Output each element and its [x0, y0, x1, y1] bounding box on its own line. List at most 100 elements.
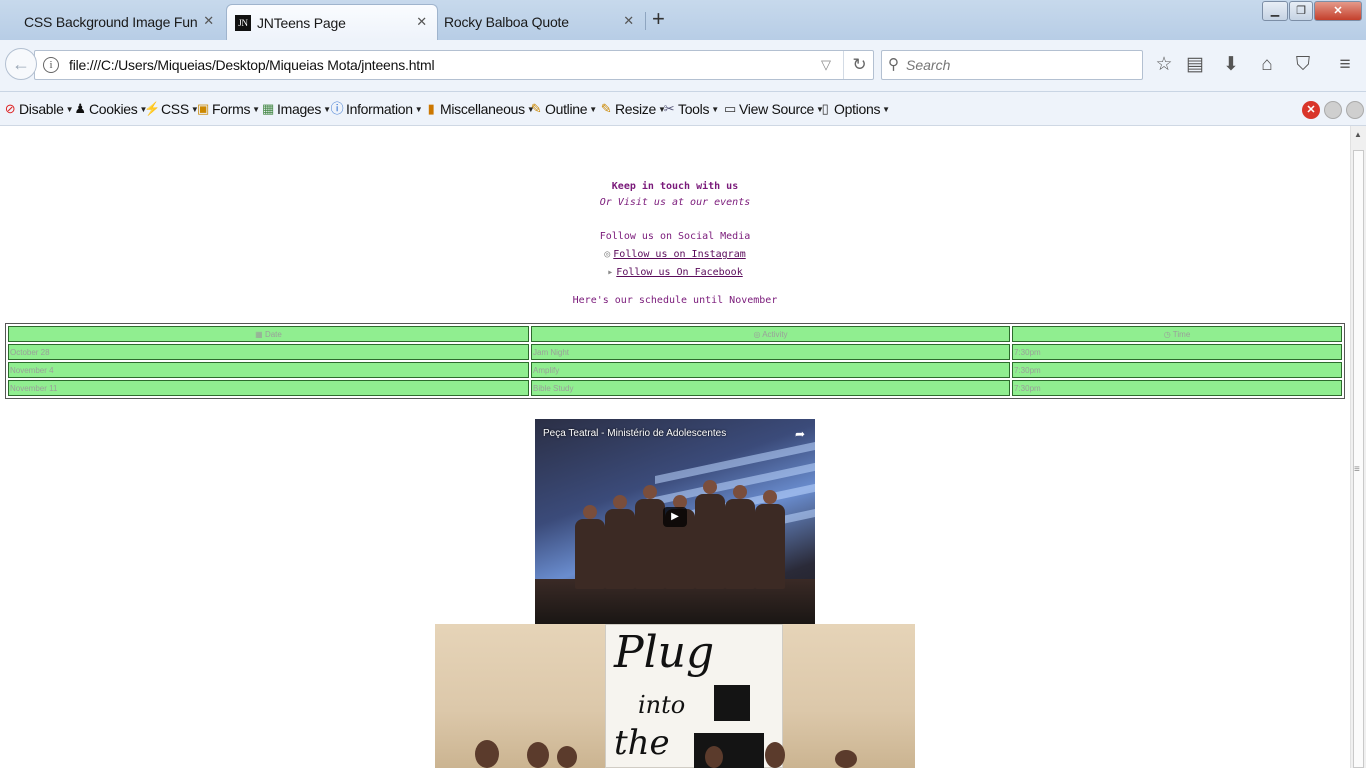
- tab-jnteens[interactable]: JN JNTeens Page ✕: [226, 4, 438, 40]
- table-cell: Jam Night: [531, 344, 1010, 360]
- keep-in-touch-heading: Keep in touch with us: [611, 181, 739, 192]
- reload-icon[interactable]: ↻: [843, 51, 875, 79]
- miscellaneous-icon: ▮: [427, 101, 435, 116]
- dev-menu-css[interactable]: ⚡ CSS ▼: [144, 100, 199, 118]
- css-wand-icon: ⚡: [144, 101, 160, 116]
- dropdown-arrow-icon: ▼: [882, 104, 890, 114]
- table-row: November 4 Amplify 7:30pm: [8, 362, 1342, 378]
- images-icon: ▦: [262, 101, 274, 116]
- scrollbar-thumb[interactable]: [1353, 150, 1364, 768]
- person-head: [765, 742, 785, 768]
- facebook-line: ▸ Follow us On Facebook: [0, 267, 1350, 278]
- dev-menu-resize[interactable]: ✎ Resize ▼: [598, 100, 666, 118]
- performer-head: [733, 485, 747, 499]
- person-head: [527, 742, 549, 768]
- reading-list-icon[interactable]: ▤: [1184, 54, 1206, 76]
- search-input[interactable]: [906, 56, 1136, 74]
- table-row: October 28 Jam Night 7:30pm: [8, 344, 1342, 360]
- bookmark-star-icon[interactable]: ☆: [1153, 54, 1175, 76]
- warning-status-icon[interactable]: [1324, 101, 1342, 119]
- options-icon: ▯: [821, 101, 829, 116]
- performer-head: [763, 490, 777, 504]
- handwritten-poster-text: Plug: [614, 627, 715, 678]
- embedded-video[interactable]: Peça Teatral - Ministério de Adolescente…: [535, 419, 815, 624]
- dev-menu-options[interactable]: ▯ Options ▼: [817, 100, 891, 118]
- facebook-link[interactable]: Follow us On Facebook: [616, 267, 742, 278]
- share-icon[interactable]: ➦: [795, 427, 805, 441]
- information-icon: ⓘ: [330, 101, 344, 116]
- message-status-icon[interactable]: [1346, 101, 1364, 119]
- tab-separator: [645, 12, 646, 30]
- dev-menu-information[interactable]: ⓘ Information ▼: [329, 100, 423, 118]
- url-bar[interactable]: i file:///C:/Users/Miqueias/Desktop/Miqu…: [34, 50, 874, 80]
- column-header-date: ▦ Date: [8, 326, 529, 342]
- tab-rocky-balboa[interactable]: Rocky Balboa Quote ✕: [420, 4, 644, 40]
- performer: [725, 499, 755, 589]
- dev-menu-cookies[interactable]: ♟ Cookies ▼: [72, 100, 147, 118]
- poster-black-panel: [694, 733, 764, 768]
- follow-social-text: Follow us on Social Media: [599, 231, 751, 242]
- instagram-link[interactable]: Follow us on Instagram: [613, 249, 745, 260]
- table-cell: November 11: [8, 380, 529, 396]
- new-tab-icon[interactable]: +: [652, 6, 665, 32]
- clock-icon: ◷: [1163, 329, 1173, 339]
- menu-icon[interactable]: ≡: [1334, 54, 1356, 76]
- outline-pencil-icon: ✎: [530, 101, 542, 116]
- dev-menu-miscellaneous[interactable]: ▮ Miscellaneous ▼: [423, 100, 535, 118]
- dev-menu-outline[interactable]: ✎ Outline ▼: [528, 100, 597, 118]
- home-icon[interactable]: ⌂: [1256, 54, 1278, 76]
- download-icon[interactable]: ⬇: [1220, 54, 1242, 76]
- vertical-scrollbar[interactable]: ▲ ≡: [1350, 126, 1366, 768]
- dev-menu-disable[interactable]: ⊘ Disable ▼: [2, 100, 74, 118]
- instagram-icon: ◎: [604, 249, 611, 260]
- close-tab-icon[interactable]: ✕: [203, 13, 214, 29]
- performer: [695, 494, 725, 589]
- back-arrow-icon[interactable]: ←: [5, 48, 37, 80]
- dev-menu-tools[interactable]: ✂ Tools ▼: [661, 100, 719, 118]
- dev-menu-forms[interactable]: ▣ Forms ▼: [195, 100, 260, 118]
- column-header-activity: ◎ Activity: [531, 326, 1010, 342]
- visit-events-text: Or Visit us at our events: [599, 197, 751, 208]
- web-developer-toolbar: ⊘ Disable ▼ ♟ Cookies ▼ ⚡ CSS ▼ ▣ Forms ▼ ▦ Image…: [0, 92, 1366, 126]
- error-status-icon[interactable]: ✕: [1302, 101, 1320, 119]
- navigation-bar: i file:///C:/Users/Miqueias/Desktop/Miqu…: [0, 40, 1366, 92]
- page-content: Keep in touch with us Or Visit us at our…: [0, 126, 1350, 768]
- scroll-up-icon[interactable]: ▲: [1354, 130, 1362, 139]
- group-photo: Plug into the: [435, 624, 915, 768]
- stage-light-stripe: [655, 441, 815, 485]
- minimize-icon[interactable]: ▁: [1262, 1, 1288, 21]
- forms-icon: ▣: [197, 101, 209, 116]
- performer-head: [703, 480, 717, 494]
- performers-group: [565, 479, 790, 589]
- tab-label: JNTeens Page: [257, 14, 346, 31]
- view-source-icon: ▭: [724, 101, 736, 116]
- person-head: [475, 740, 499, 768]
- table-cell: 7:30pm: [1012, 380, 1342, 396]
- table-header-row: ▦ Date ◎ Activity ◷ Time: [8, 326, 1342, 342]
- play-icon[interactable]: ▶: [663, 507, 687, 527]
- search-bar[interactable]: ⚲: [881, 50, 1143, 80]
- dropdown-arrow-icon: ▼: [589, 104, 597, 114]
- url-dropdown-icon[interactable]: ▽: [821, 57, 831, 73]
- window-close-icon[interactable]: ✕: [1314, 1, 1362, 21]
- pocket-icon[interactable]: ⛉: [1292, 54, 1314, 76]
- poster-board: Plug into the: [605, 624, 783, 768]
- video-title[interactable]: Peça Teatral - Ministério de Adolescente…: [543, 428, 726, 439]
- table-cell: November 4: [8, 362, 529, 378]
- info-icon[interactable]: i: [43, 57, 59, 73]
- table-cell: 7:30pm: [1012, 362, 1342, 378]
- person-head: [705, 746, 723, 768]
- table-cell: 7:30pm: [1012, 344, 1342, 360]
- person-head: [835, 750, 857, 768]
- column-header-time: ◷ Time: [1012, 326, 1342, 342]
- tab-css-background[interactable]: CSS Background Image Fun ✕: [0, 4, 224, 40]
- dev-menu-images[interactable]: ▦ Images ▼: [260, 100, 331, 118]
- dropdown-arrow-icon: ▼: [252, 104, 260, 114]
- poster-black-panel: [714, 685, 750, 721]
- dev-menu-view-source[interactable]: ▭ View Source ▼: [722, 100, 824, 118]
- maximize-icon[interactable]: ❐: [1289, 1, 1313, 21]
- url-text[interactable]: file:///C:/Users/Miqueias/Desktop/Miquei…: [69, 57, 435, 73]
- calendar-icon: ▦: [255, 329, 265, 339]
- close-tab-icon[interactable]: ✕: [623, 13, 634, 29]
- instagram-line: ◎ Follow us on Instagram: [0, 249, 1350, 260]
